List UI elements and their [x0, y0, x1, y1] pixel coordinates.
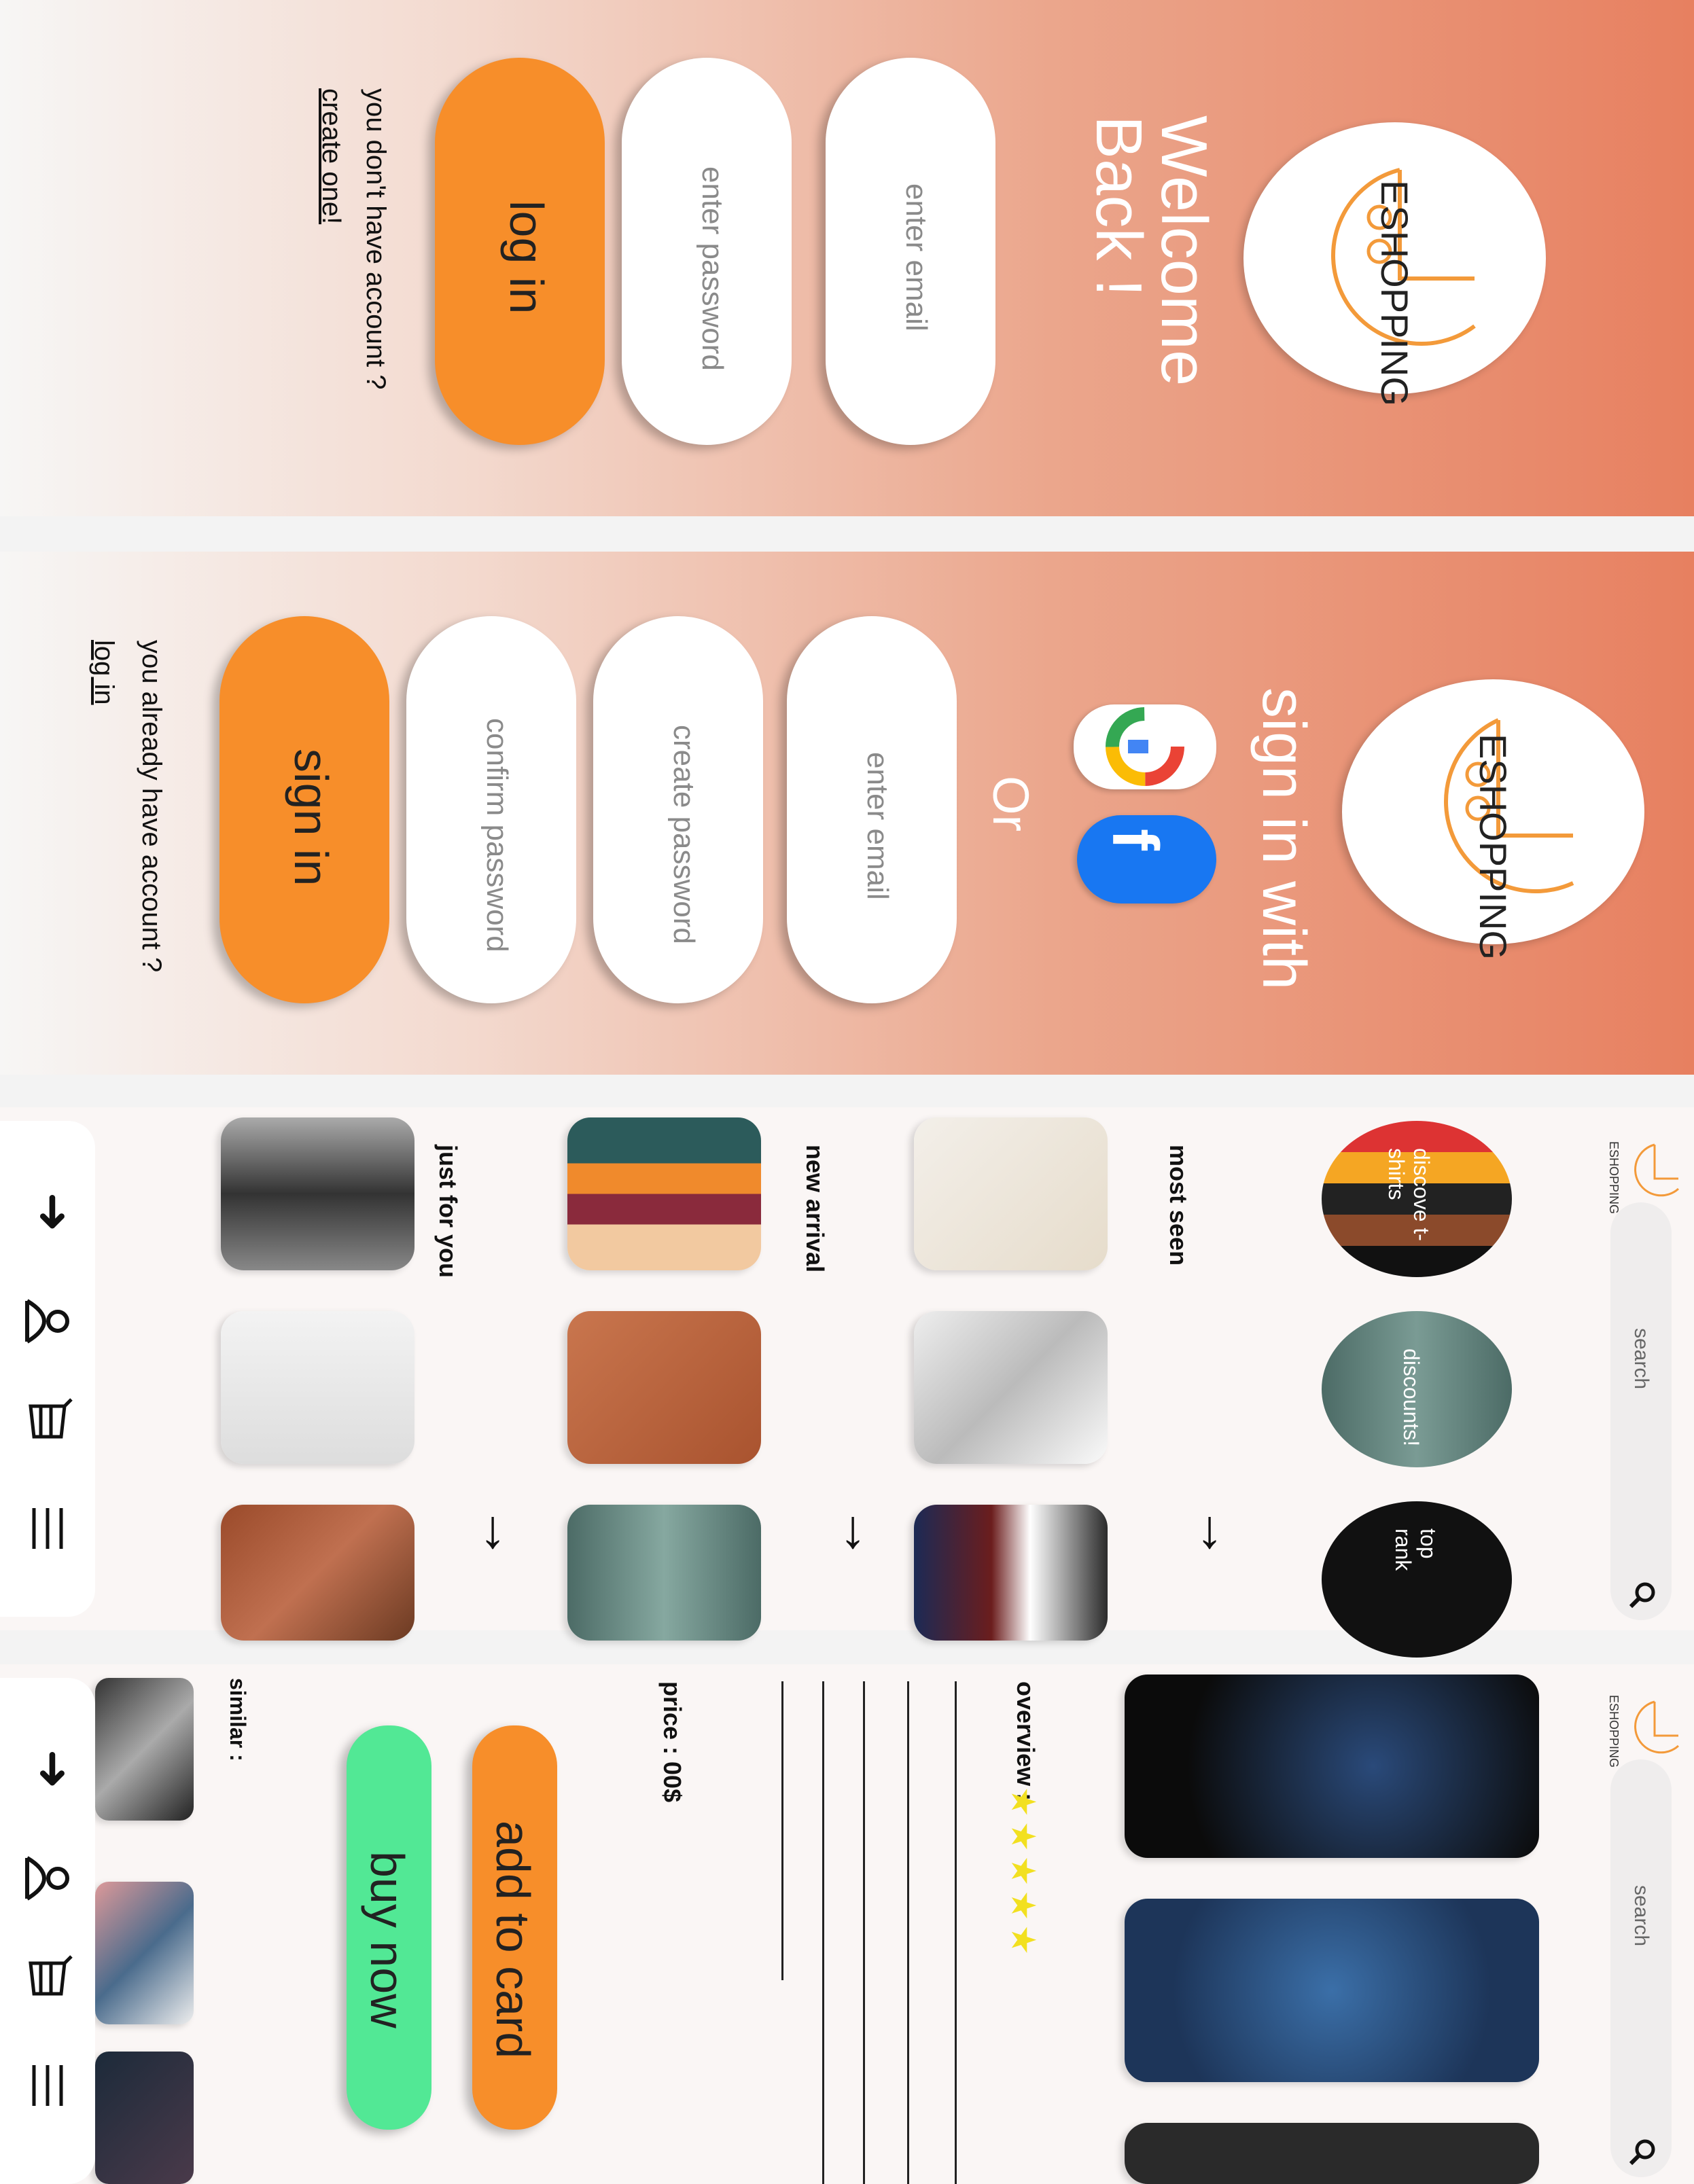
login-button-label: log in: [500, 200, 553, 315]
bottom-nav: ➜: [0, 1678, 95, 2184]
product-card[interactable]: [914, 1117, 1108, 1270]
search-placeholder: search: [1630, 1885, 1653, 1947]
price: price : 00$: [658, 1681, 686, 1803]
brand-name: ESHOPPING: [1373, 180, 1416, 406]
logo-face-icon: [1634, 1700, 1680, 1754]
login-email-placeholder: enter email: [900, 183, 933, 332]
category-top-rank[interactable]: top rank: [1322, 1501, 1512, 1658]
search-placeholder: search: [1630, 1328, 1653, 1390]
no-account-text: you don't have account ?: [361, 88, 391, 390]
login-button[interactable]: log in: [435, 58, 605, 445]
confirm-password-field[interactable]: confirm password: [406, 616, 576, 1003]
section-title-just-for-you: just for you: [434, 1145, 462, 1278]
product-image[interactable]: [1125, 1675, 1539, 1858]
login-email-field[interactable]: enter email: [826, 58, 995, 445]
product-card[interactable]: [221, 1117, 414, 1270]
or-text: Or: [983, 776, 1039, 832]
login-password-field[interactable]: enter password: [622, 58, 792, 445]
product-image[interactable]: [1125, 2123, 1539, 2184]
login-screen: ESHOPPING Welcome Back ! enter email ent…: [0, 0, 1694, 516]
product-screen: ESHOPPING search overview : ★★★★★ price …: [0, 1664, 1694, 2184]
facebook-button[interactable]: f: [1077, 815, 1216, 903]
small-brand-name: ESHOPPING: [1607, 1695, 1621, 1768]
similar-product[interactable]: [95, 1678, 194, 1821]
brand-logo: ESHOPPING: [1342, 679, 1644, 960]
product-card[interactable]: [567, 1311, 761, 1464]
description-line: [822, 1681, 824, 2184]
rating-stars: ★★★★★: [1004, 1787, 1042, 1960]
signin-button[interactable]: sign in: [219, 616, 389, 1003]
brand-logo: ESHOPPING: [1243, 122, 1546, 406]
more-arrow[interactable]: ↓: [1196, 1498, 1223, 1560]
home-screen: ESHOPPING search discove t-shirts discou…: [0, 1107, 1694, 1658]
profile-icon[interactable]: [20, 1294, 75, 1348]
product-card[interactable]: [221, 1505, 414, 1641]
description-line: [907, 1681, 909, 2184]
signup-title: sign in with: [1250, 687, 1318, 990]
product-card[interactable]: [567, 1505, 761, 1641]
product-card[interactable]: [221, 1311, 414, 1464]
similar-product[interactable]: [95, 2052, 194, 2184]
section-title-most-seen: most seen: [1165, 1145, 1193, 1266]
brand-name: ESHOPPING: [1472, 734, 1515, 960]
signup-screen: ESHOPPING sign in with Or f enter email …: [0, 552, 1694, 1075]
description-line: [955, 1681, 957, 2184]
description-line: [781, 1681, 783, 1980]
cart-icon[interactable]: [24, 1396, 75, 1450]
product-image[interactable]: [1125, 1899, 1539, 2082]
more-arrow[interactable]: ↓: [839, 1498, 866, 1560]
more-arrow[interactable]: ↓: [479, 1498, 506, 1560]
login-link[interactable]: log in: [88, 640, 119, 705]
login-password-placeholder: enter password: [696, 166, 729, 371]
similar-label: similar :: [226, 1678, 250, 1761]
have-account-text: you already have account ?: [137, 640, 166, 973]
search-bar[interactable]: search: [1610, 1202, 1672, 1620]
buy-now-button[interactable]: buy now: [347, 1725, 431, 2130]
search-bar[interactable]: search: [1610, 1759, 1672, 2177]
cart-icon[interactable]: [24, 1953, 75, 2007]
category-label: top rank: [1391, 1528, 1441, 1571]
section-title-new-arrival: new arrival: [801, 1145, 829, 1273]
signup-email-field[interactable]: enter email: [787, 616, 957, 1003]
logo-face-icon: [1634, 1143, 1680, 1197]
shoes-icon[interactable]: ➜: [26, 1749, 82, 1789]
buy-now-label: buy now: [361, 1851, 414, 2028]
category-discounts[interactable]: discounts!: [1322, 1311, 1512, 1467]
product-card[interactable]: [567, 1117, 761, 1270]
overview-label: overview :: [1012, 1681, 1040, 1802]
product-card[interactable]: [914, 1505, 1108, 1641]
search-icon[interactable]: [1627, 1579, 1658, 1610]
product-card[interactable]: [914, 1311, 1108, 1464]
category-label: discove t-shirts: [1384, 1148, 1434, 1241]
shoes-icon[interactable]: ➜: [26, 1192, 82, 1232]
create-password-field[interactable]: create password: [593, 616, 763, 1003]
menu-icon[interactable]: [27, 2062, 68, 2109]
google-button[interactable]: [1074, 704, 1216, 789]
profile-icon[interactable]: [20, 1851, 75, 1905]
category-label: discounts!: [1399, 1348, 1424, 1447]
small-logo: [1621, 1134, 1689, 1209]
login-title: Welcome Back !: [1082, 115, 1220, 387]
confirm-password-placeholder: confirm password: [480, 718, 514, 952]
create-password-placeholder: create password: [667, 725, 701, 944]
signin-button-label: sign in: [285, 749, 338, 887]
bottom-nav: ➜: [0, 1121, 95, 1617]
facebook-icon: f: [1099, 829, 1171, 851]
small-brand-name: ESHOPPING: [1607, 1141, 1621, 1215]
menu-icon[interactable]: [27, 1505, 68, 1552]
category-tshirts[interactable]: discove t-shirts: [1322, 1121, 1512, 1277]
signup-email-placeholder: enter email: [861, 752, 894, 900]
description-line: [863, 1681, 865, 2184]
search-icon[interactable]: [1627, 2136, 1658, 2167]
google-icon: [1106, 707, 1184, 786]
similar-product[interactable]: [95, 1882, 194, 2024]
small-logo: [1621, 1691, 1689, 1766]
add-to-cart-button[interactable]: add to card: [472, 1725, 557, 2130]
create-account-link[interactable]: create one!: [316, 88, 347, 224]
add-to-cart-label: add to card: [487, 1821, 540, 2059]
